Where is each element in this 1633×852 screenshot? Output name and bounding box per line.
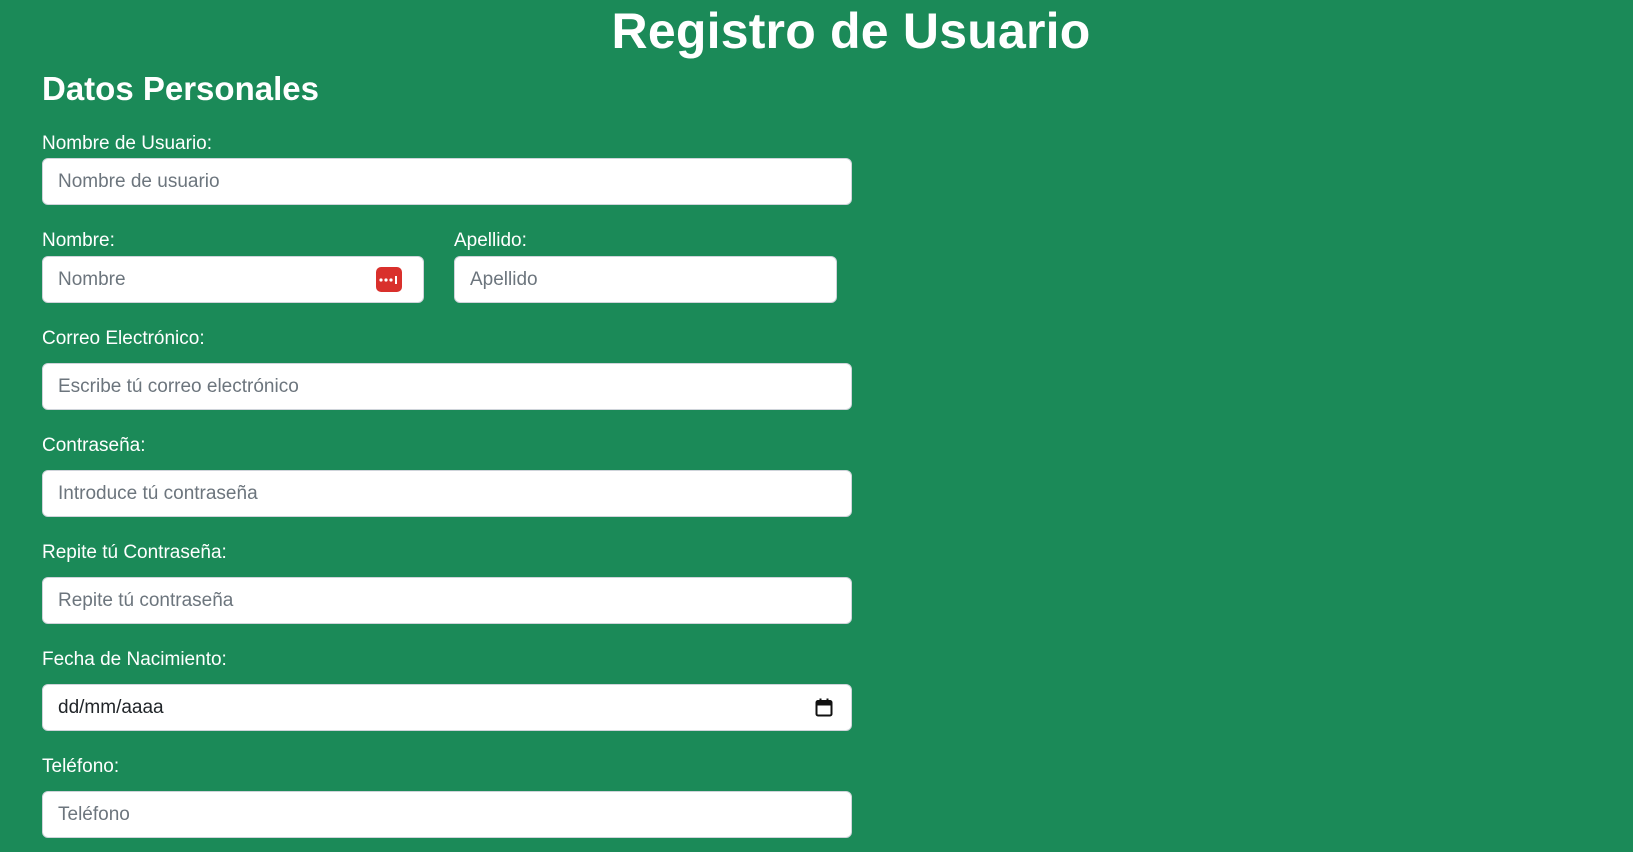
last-name-input[interactable] — [454, 256, 837, 303]
password-label: Contraseña: — [42, 435, 146, 456]
birth-date-input[interactable]: dd/mm/aaaa — [42, 684, 852, 731]
username-label: Nombre de Usuario: — [42, 133, 213, 154]
email-input[interactable] — [42, 363, 852, 410]
page-title: Registro de Usuario — [611, 3, 1091, 59]
password-manager-dots — [379, 275, 397, 284]
username-input[interactable] — [42, 158, 852, 205]
password-repeat-label: Repite tú Contraseña: — [42, 542, 227, 563]
section-title: Datos Personales — [42, 70, 319, 107]
password-repeat-input[interactable] — [42, 577, 852, 624]
birth-date-display: dd/mm/aaaa — [58, 697, 164, 718]
phone-input[interactable] — [42, 791, 852, 838]
password-input[interactable] — [42, 470, 852, 517]
birth-date-label: Fecha de Nacimiento: — [42, 649, 227, 670]
first-name-label: Nombre: — [42, 230, 115, 251]
first-name-input[interactable] — [42, 256, 424, 303]
phone-label: Teléfono: — [42, 756, 120, 777]
last-name-label: Apellido: — [454, 230, 527, 251]
email-label: Correo Electrónico: — [42, 328, 205, 349]
password-manager-icon[interactable] — [376, 267, 402, 292]
calendar-icon[interactable] — [815, 698, 833, 717]
